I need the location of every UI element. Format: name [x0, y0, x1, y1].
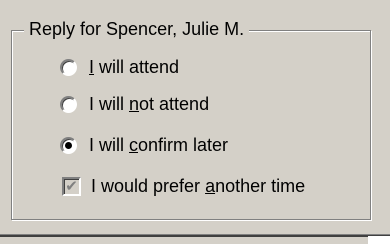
- checkbox-prefer-another[interactable]: ✔: [62, 176, 81, 196]
- radio-button-attend[interactable]: [60, 58, 77, 76]
- radio-option-confirm-later[interactable]: I will confirm later: [60, 131, 228, 159]
- checkbox-label-prefer-another: I would prefer another time: [91, 175, 306, 196]
- group-title: Reply for Spencer, Julie M.: [24, 17, 250, 41]
- check-mark-icon: ✔: [65, 177, 78, 195]
- window-corner: [368, 236, 390, 244]
- radio-dot-icon: [65, 141, 72, 149]
- radio-option-not-attend[interactable]: I will not attend: [60, 90, 209, 118]
- radio-label-not-attend: I will not attend: [89, 93, 210, 114]
- radio-button-confirm-later[interactable]: [60, 136, 77, 154]
- window-bottom-edge: [0, 234, 390, 237]
- checkbox-prefer-another-time[interactable]: ✔ I would prefer another time: [60, 172, 305, 200]
- radio-button-not-attend[interactable]: [60, 95, 77, 113]
- radio-label-attend: I will attend: [89, 56, 180, 77]
- radio-option-attend[interactable]: I will attend: [60, 53, 179, 81]
- radio-label-confirm-later: I will confirm later: [89, 134, 229, 155]
